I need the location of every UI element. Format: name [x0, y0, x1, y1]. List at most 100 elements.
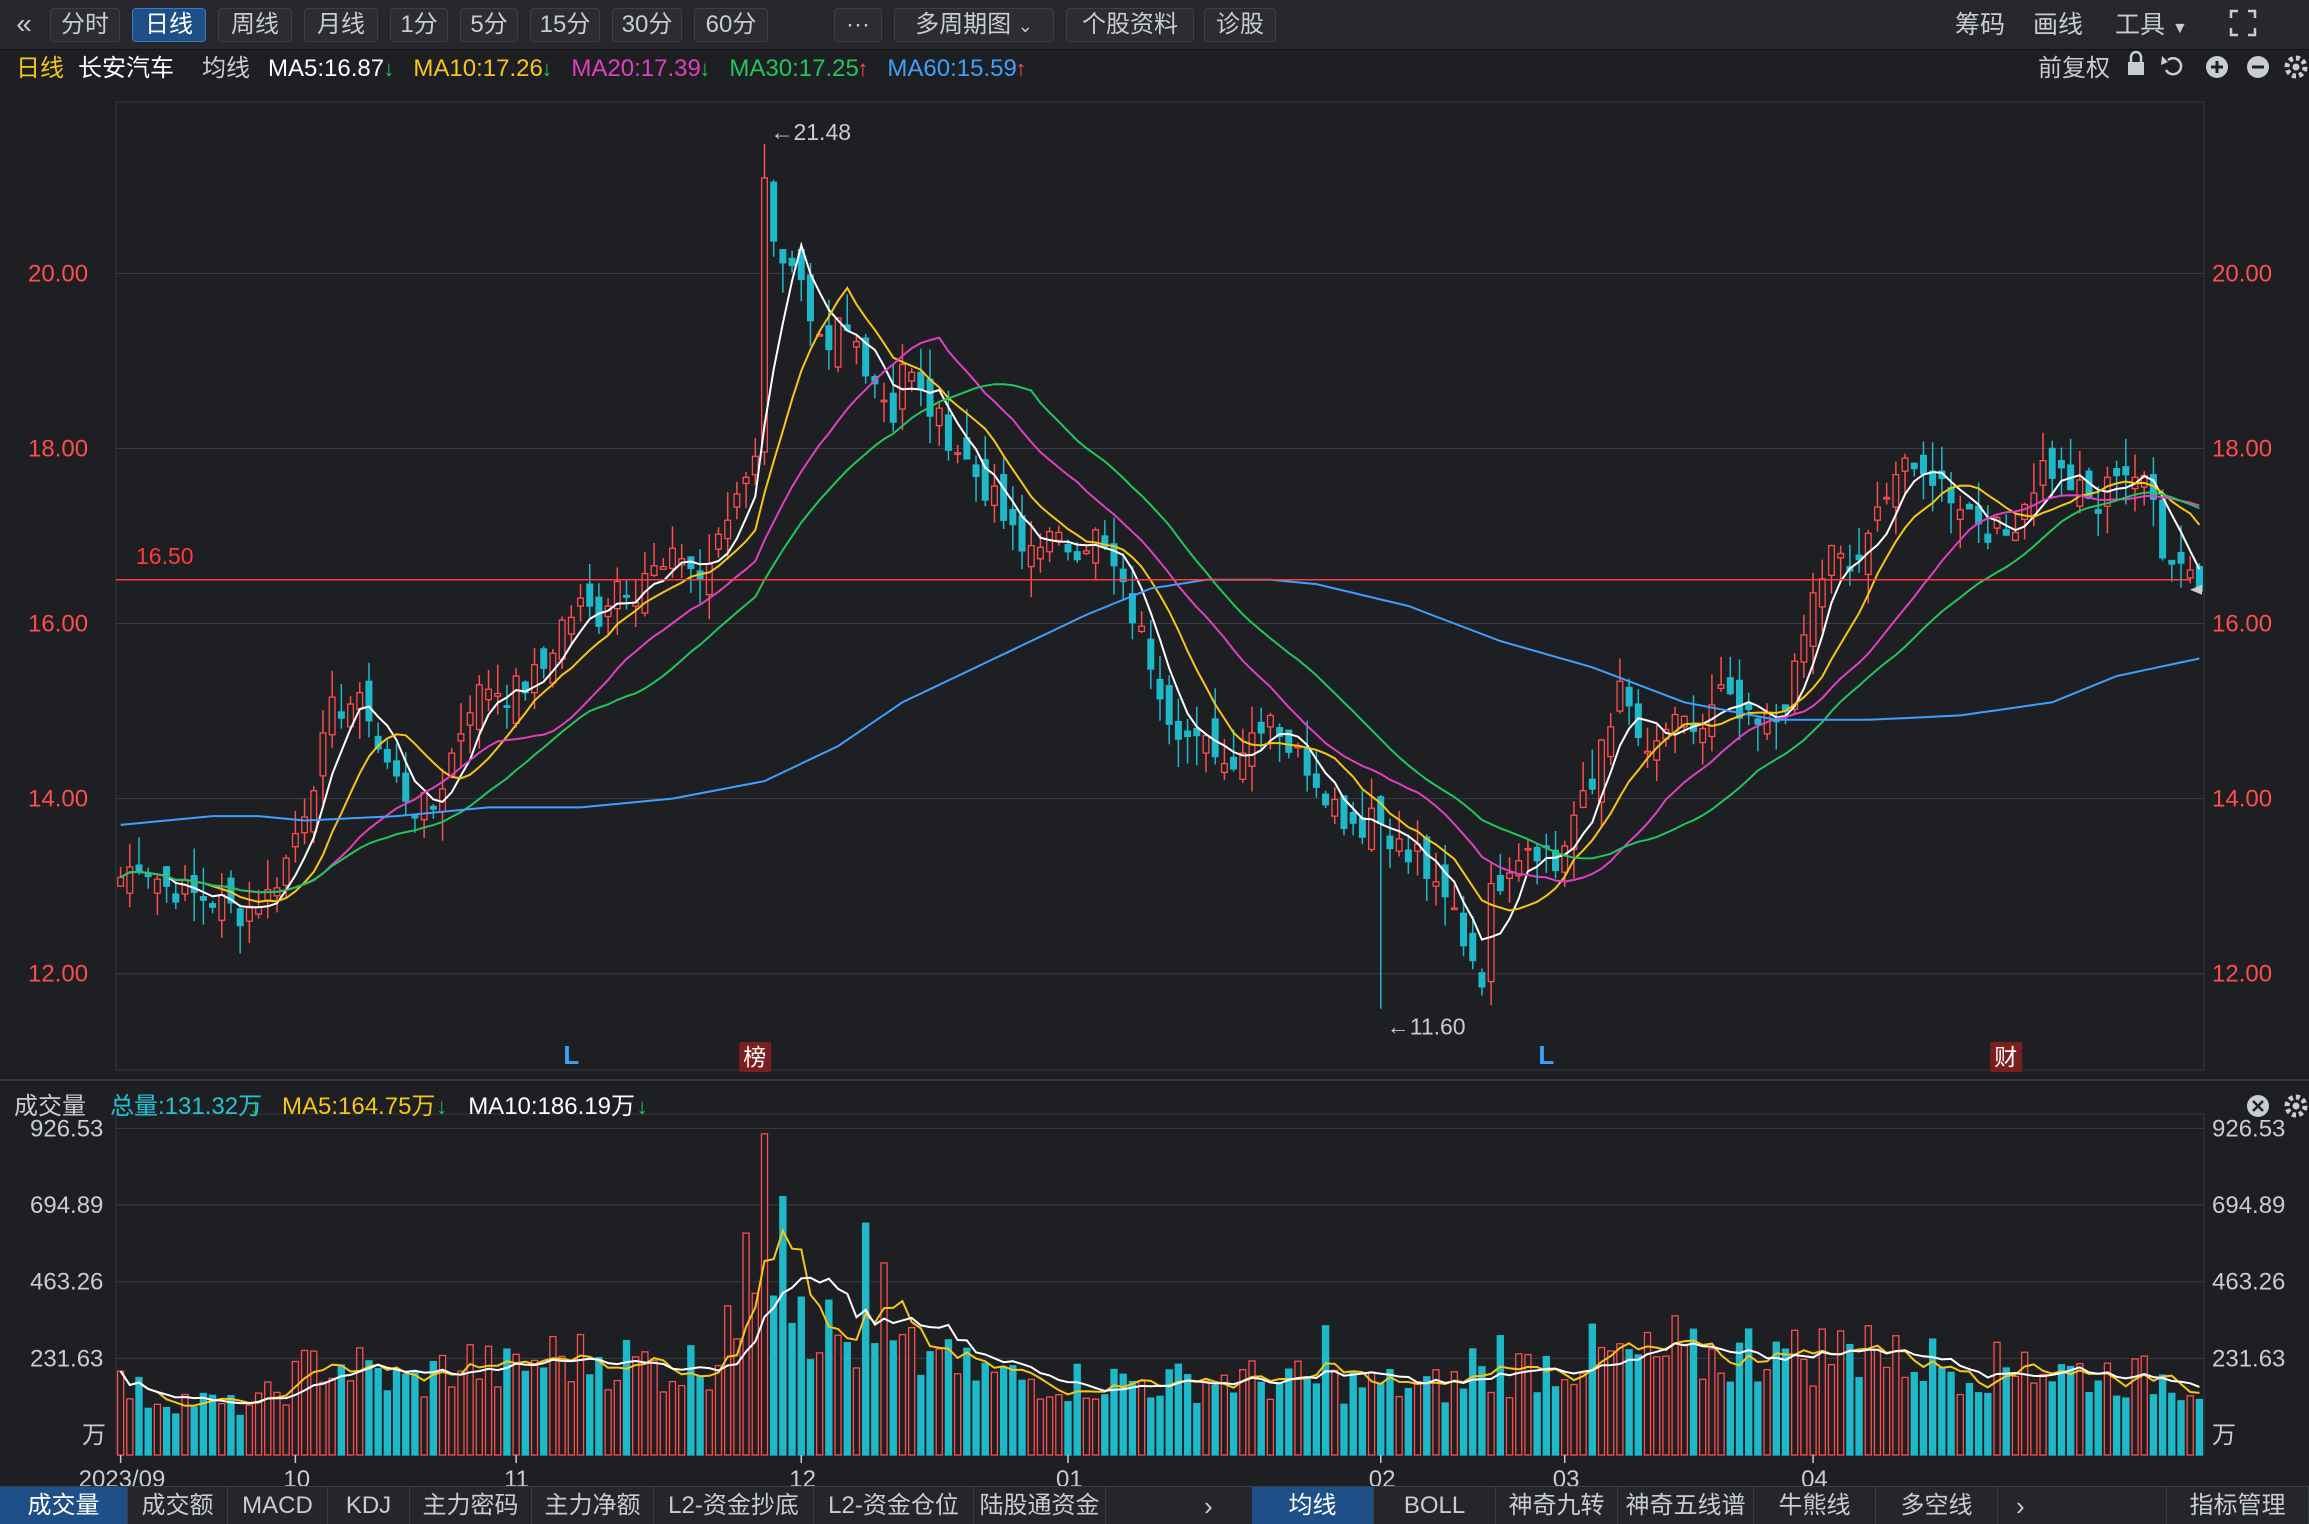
- candle: [512, 675, 520, 724]
- period-button-4[interactable]: 1分: [390, 8, 448, 42]
- sub-chart-tab-3[interactable]: KDJ: [328, 1487, 410, 1524]
- period-button-2[interactable]: 周线: [218, 8, 292, 42]
- candle: [1027, 544, 1035, 568]
- back-icon[interactable]: «: [6, 8, 42, 42]
- candle: [1901, 457, 1909, 472]
- main-chart-tab-4[interactable]: 牛熊线: [1754, 1487, 1876, 1524]
- period-button-0[interactable]: 分时: [50, 8, 120, 42]
- sub-chart-tab-5[interactable]: 主力净额: [532, 1487, 654, 1524]
- volume-bar: [1680, 1343, 1688, 1456]
- fullscreen-icon[interactable]: [2228, 8, 2258, 47]
- volume-bar: [815, 1352, 824, 1456]
- arrow-up-icon: ↑: [1015, 56, 1026, 81]
- draw-line-button[interactable]: 画线: [2033, 8, 2083, 42]
- volume-bar: [1009, 1365, 1017, 1456]
- price-tick-left: 12.00: [28, 961, 88, 988]
- volume-bar: [2149, 1394, 2158, 1456]
- left-tabs-next-arrow[interactable]: ›: [1204, 1487, 1213, 1524]
- x-axis-label: 02: [1369, 1466, 1396, 1486]
- candle: [852, 340, 860, 348]
- candle: [466, 712, 474, 726]
- sub-chart-tab-2[interactable]: MACD: [228, 1487, 328, 1524]
- volume-bar: [2030, 1382, 2038, 1456]
- volume-bar: [475, 1378, 484, 1456]
- sub-chart-tab-0[interactable]: 成交量: [0, 1487, 128, 1524]
- diagnose-button[interactable]: 诊股: [1204, 8, 1276, 42]
- price-adjust-button: 前复权: [2038, 55, 2110, 82]
- zoom-out-icon[interactable]: [2247, 56, 2269, 78]
- candle: [1322, 793, 1330, 806]
- main-chart-tab-1[interactable]: BOLL: [1374, 1487, 1496, 1524]
- volume-bar: [1469, 1348, 1477, 1456]
- period-button-1[interactable]: 日线: [132, 8, 206, 42]
- candle: [503, 705, 511, 708]
- volume-bar: [264, 1381, 272, 1456]
- period-button-6[interactable]: 15分: [530, 8, 600, 42]
- candle: [328, 696, 336, 736]
- volume-bar: [1423, 1376, 1431, 1456]
- candle: [1082, 550, 1090, 555]
- settings-icon[interactable]: [2284, 1094, 2308, 1118]
- right-tabs-next-arrow[interactable]: ›: [2016, 1487, 2025, 1524]
- volume-bar: [1220, 1374, 1229, 1456]
- period-button-3[interactable]: 月线: [304, 8, 378, 42]
- volume-bar: [1045, 1396, 1054, 1456]
- volume-bar: [1073, 1363, 1081, 1456]
- candle: [1588, 778, 1596, 790]
- candle: [2159, 499, 2167, 559]
- volume-tick-right: 694.89: [2212, 1192, 2285, 1219]
- main-chart-tab-0[interactable]: 均线: [1252, 1487, 1374, 1524]
- arrow-up-icon: ↑: [857, 56, 868, 81]
- candle: [411, 814, 419, 819]
- candle: [1524, 847, 1532, 851]
- stock-info-button[interactable]: 个股资料: [1066, 8, 1194, 42]
- zoom-in-icon[interactable]: [2206, 56, 2228, 78]
- sub-chart-tab-6[interactable]: L2-资金抄底: [654, 1487, 814, 1524]
- candle: [236, 908, 244, 927]
- volume-bar: [1984, 1392, 1992, 1456]
- volume-bar: [2039, 1373, 2047, 1456]
- volume-bar: [678, 1384, 686, 1456]
- volume-bar: [1386, 1369, 1394, 1456]
- main-chart-tab-3[interactable]: 神奇五线谱: [1618, 1487, 1754, 1524]
- candle: [540, 648, 548, 669]
- candle: [485, 688, 493, 701]
- candle: [199, 896, 207, 901]
- volume-bar: [953, 1373, 962, 1456]
- candle: [1147, 638, 1155, 670]
- volume-bar: [181, 1393, 189, 1456]
- candle: [972, 464, 980, 478]
- sub-chart-tab-8[interactable]: 陆股通资金: [974, 1487, 1106, 1524]
- multi-period-button[interactable]: 多周期图 ⌄: [894, 8, 1054, 42]
- volume-bar: [2112, 1395, 2121, 1456]
- x-axis-label: 11: [504, 1466, 529, 1486]
- volume-bar: [788, 1322, 796, 1456]
- main-chart-tab-5[interactable]: 多空线: [1876, 1487, 1998, 1524]
- close-icon[interactable]: [2247, 1095, 2269, 1117]
- candle: [1506, 872, 1514, 879]
- sub-chart-tab-1[interactable]: 成交额: [128, 1487, 228, 1524]
- period-button-7[interactable]: 30分: [612, 8, 682, 42]
- chip-button[interactable]: 筹码: [1955, 8, 2005, 42]
- volume-bar: [1367, 1371, 1376, 1456]
- candle: [1607, 726, 1615, 758]
- tools-button[interactable]: 工具 ▼: [2115, 8, 2188, 46]
- period-button-8[interactable]: 60分: [694, 8, 768, 42]
- candle: [724, 519, 732, 540]
- price-tick-left: 20.00: [28, 260, 88, 287]
- volume-bar: [1671, 1315, 1679, 1456]
- more-periods-button[interactable]: ···: [834, 8, 882, 42]
- chart-area[interactable]: 日线 长安汽车 均线 MA5:16.87 ↓ MA10:17.26↓ MA20:17.39↓…: [0, 50, 2309, 1486]
- period-button-5[interactable]: 5分: [460, 8, 518, 42]
- main-chart-tab-2[interactable]: 神奇九转: [1496, 1487, 1618, 1524]
- volume-bar: [1708, 1348, 1716, 1456]
- ma-indicator-2: MA20:17.39: [571, 55, 700, 82]
- volume-bar: [1101, 1394, 1109, 1456]
- sub-chart-tab-7[interactable]: L2-资金仓位: [814, 1487, 974, 1524]
- indicator-manage-button[interactable]: 指标管理: [2166, 1487, 2309, 1524]
- candle: [1892, 474, 1900, 508]
- candle: [2122, 466, 2130, 476]
- volume-bar: [1110, 1368, 1118, 1456]
- sub-chart-tab-4[interactable]: 主力密码: [410, 1487, 532, 1524]
- volume-bar: [1993, 1341, 2001, 1456]
